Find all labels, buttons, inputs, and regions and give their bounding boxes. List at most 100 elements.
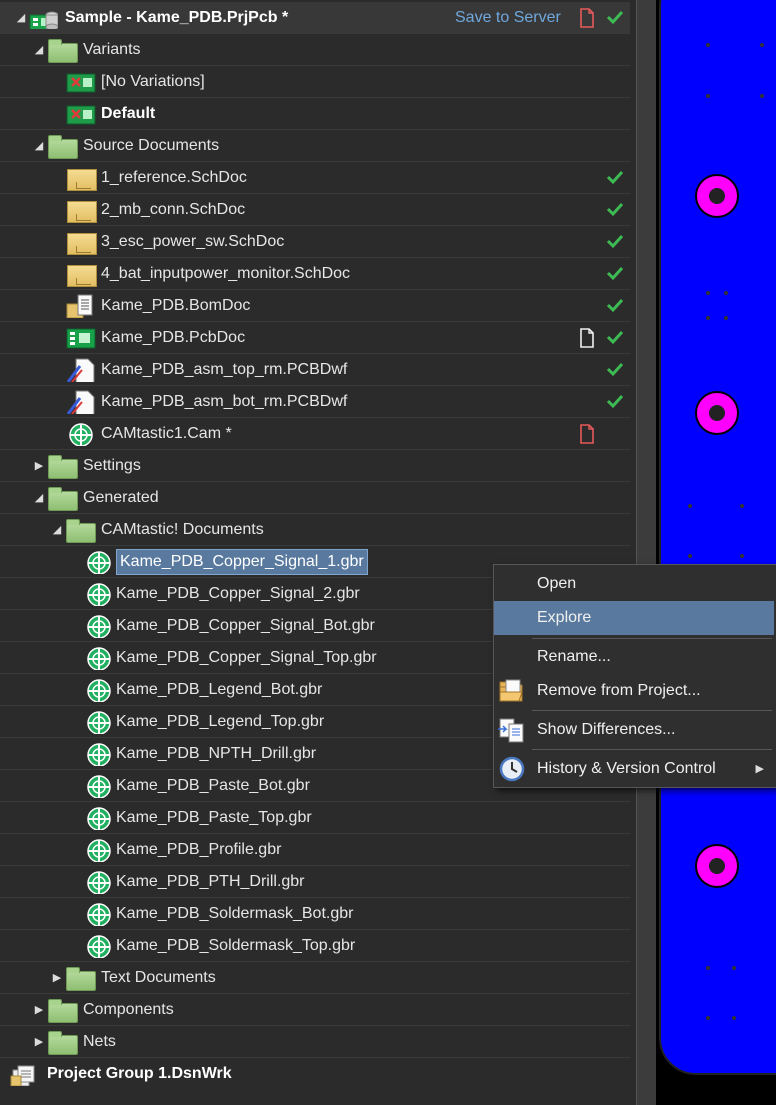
folder-label: Source Documents [83, 137, 220, 154]
menu-item-show-differences[interactable]: Show Differences... [494, 713, 774, 747]
panel-scrollbar[interactable] [636, 0, 657, 1105]
tree-item-gerber[interactable]: Kame_PDB_Soldermask_Bot.gbr [0, 898, 630, 930]
tree-folder-variants[interactable]: ◢ Variants [0, 34, 630, 66]
menu-label: Open [537, 575, 577, 592]
remove-folder-icon [499, 679, 523, 702]
tree-folder-components[interactable]: ▶ Components [0, 994, 630, 1026]
check-icon [606, 234, 624, 249]
cam-doc-icon [87, 551, 111, 574]
tree-item-gerber[interactable]: Kame_PDB_PTH_Drill.gbr [0, 866, 630, 898]
tree-folder-settings[interactable]: ▶ Settings [0, 450, 630, 482]
draftsman-doc-icon [66, 358, 95, 382]
cam-doc-icon [87, 839, 111, 862]
tree-folder-source-documents[interactable]: ◢ Source Documents [0, 130, 630, 162]
item-label: CAMtastic1.Cam * [101, 425, 232, 442]
item-label: Kame_PDB.PcbDoc [101, 329, 246, 346]
tree-item-bomdoc[interactable]: Kame_PDB.BomDoc [0, 290, 630, 322]
folder-icon [66, 519, 96, 543]
tree-item-cam[interactable]: CAMtastic1.Cam * [0, 418, 630, 450]
tree-item-default[interactable]: Default [0, 98, 630, 130]
save-to-server-link[interactable]: Save to Server [455, 2, 561, 34]
tree-item-pcbdoc[interactable]: Kame_PDB.PcbDoc [0, 322, 630, 354]
tree-item-schdoc[interactable]: 1_reference.SchDoc [0, 162, 630, 194]
collapse-arrow-icon[interactable]: ◢ [32, 34, 46, 66]
expand-arrow-icon[interactable]: ▶ [32, 1026, 46, 1058]
tree-folder-camtastic[interactable]: ◢ CAMtastic! Documents [0, 514, 630, 546]
folder-label: Settings [83, 457, 141, 474]
tree-project-group[interactable]: Project Group 1.DsnWrk [0, 1058, 630, 1090]
expand-arrow-icon[interactable]: ▶ [50, 962, 64, 994]
schematic-doc-icon [67, 265, 97, 287]
menu-item-explore[interactable]: Explore [494, 601, 774, 635]
menu-item-rename[interactable]: Rename... [494, 640, 774, 674]
item-label: Kame_PDB_Copper_Signal_2.gbr [116, 585, 360, 602]
item-label: Kame_PDB_PTH_Drill.gbr [116, 873, 305, 890]
item-label: 3_esc_power_sw.SchDoc [101, 233, 285, 250]
tree-item-schdoc[interactable]: 4_bat_inputpower_monitor.SchDoc [0, 258, 630, 290]
tree-item-no-variations[interactable]: [No Variations] [0, 66, 630, 98]
project-title: Sample - Kame_PDB.PrjPcb * [65, 9, 289, 26]
item-label: [No Variations] [101, 73, 205, 90]
tree-folder-generated[interactable]: ◢ Generated [0, 482, 630, 514]
menu-label: Explore [537, 609, 592, 626]
cam-doc-icon [87, 871, 111, 894]
menu-item-remove-from-project[interactable]: Remove from Project... [494, 674, 774, 708]
compare-documents-icon [498, 718, 524, 743]
tree-item-gerber[interactable]: Kame_PDB_Profile.gbr [0, 834, 630, 866]
variant-icon [66, 73, 96, 93]
check-icon [606, 266, 624, 281]
tree-folder-text-documents[interactable]: ▶ Text Documents [0, 962, 630, 994]
collapse-arrow-icon[interactable]: ◢ [14, 2, 28, 34]
expand-arrow-icon[interactable]: ▶ [32, 450, 46, 482]
item-label: Kame_PDB_Paste_Bot.gbr [116, 777, 310, 794]
folder-label: Generated [83, 489, 159, 506]
menu-item-history-version-control[interactable]: History & Version Control ▶ [494, 752, 774, 786]
item-label: 1_reference.SchDoc [101, 169, 247, 186]
item-label: Kame_PDB_Legend_Bot.gbr [116, 681, 323, 698]
item-label: Kame_PDB_Soldermask_Bot.gbr [116, 905, 354, 922]
pcb-view[interactable] [656, 0, 776, 1105]
menu-item-open[interactable]: Open [494, 567, 774, 601]
schematic-doc-icon [67, 169, 97, 191]
collapse-arrow-icon[interactable]: ◢ [32, 130, 46, 162]
submenu-arrow-icon: ▶ [755, 763, 764, 775]
collapse-arrow-icon[interactable]: ◢ [50, 514, 64, 546]
folder-label: CAMtastic! Documents [101, 521, 264, 538]
tree-item-pcbdwf[interactable]: Kame_PDB_asm_bot_rm.PCBDwf [0, 386, 630, 418]
clock-icon [499, 756, 525, 782]
menu-label: History & Version Control [537, 760, 716, 777]
menu-separator [532, 749, 772, 750]
project-row[interactable]: ◢ Sample - Kame_PDB.PrjPcb * Save to Ser… [0, 2, 630, 34]
folder-icon [48, 39, 78, 63]
collapse-arrow-icon[interactable]: ◢ [32, 482, 46, 514]
cam-doc-icon [87, 583, 111, 606]
cam-doc-icon [87, 711, 111, 734]
item-label: 2_mb_conn.SchDoc [101, 201, 246, 218]
tree-item-pcbdwf[interactable]: Kame_PDB_asm_top_rm.PCBDwf [0, 354, 630, 386]
tree-item-schdoc[interactable]: 2_mb_conn.SchDoc [0, 194, 630, 226]
folder-label: Components [83, 1001, 174, 1018]
folder-icon [48, 999, 78, 1023]
item-label: Kame_PDB_Copper_Signal_Bot.gbr [116, 617, 375, 634]
item-label: Project Group 1.DsnWrk [47, 1065, 232, 1082]
item-label: Kame_PDB_Paste_Top.gbr [116, 809, 312, 826]
cam-doc-icon [87, 679, 111, 702]
item-label: Kame_PDB_Soldermask_Top.gbr [116, 937, 356, 954]
tree-item-gerber[interactable]: Kame_PDB_Paste_Top.gbr [0, 802, 630, 834]
tree-item-gerber[interactable]: Kame_PDB_Soldermask_Top.gbr [0, 930, 630, 962]
item-label: Default [101, 105, 156, 122]
check-icon [606, 170, 624, 185]
folder-label: Text Documents [101, 969, 216, 986]
folder-label: Variants [83, 41, 141, 58]
expand-arrow-icon[interactable]: ▶ [32, 994, 46, 1026]
tree-folder-nets[interactable]: ▶ Nets [0, 1026, 630, 1058]
folder-icon [48, 135, 78, 159]
menu-label: Show Differences... [537, 721, 676, 738]
folder-icon [48, 1031, 78, 1055]
folder-icon [66, 967, 96, 991]
folder-label: Nets [83, 1033, 116, 1050]
item-label: Kame_PDB_asm_top_rm.PCBDwf [101, 361, 348, 378]
context-menu: Open Explore Rename... Remove from Proje… [493, 564, 776, 788]
pcb-doc-icon [66, 328, 96, 349]
tree-item-schdoc[interactable]: 3_esc_power_sw.SchDoc [0, 226, 630, 258]
